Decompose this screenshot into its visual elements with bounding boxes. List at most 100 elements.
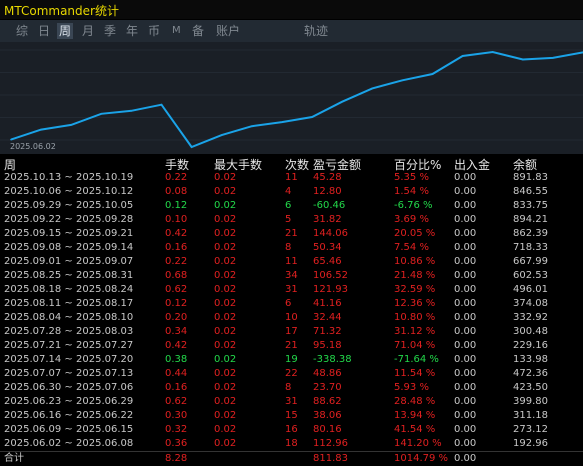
cell-week: 2025.08.18 ~ 2025.08.24	[4, 284, 134, 295]
balance-series-line	[10, 50, 583, 149]
table-row[interactable]: 2025.07.07 ~ 2025.07.13 0.44 0.02 22 48.86 11…	[0, 367, 583, 381]
tab-notes[interactable]: 备	[190, 23, 206, 39]
cell-lots: 0.32	[165, 424, 188, 435]
cell-week: 2025.09.01 ~ 2025.09.07	[4, 256, 134, 267]
table-row[interactable]: 2025.06.16 ~ 2025.06.22 0.30 0.02 15 38.06 13…	[0, 409, 583, 423]
cell-lots: 0.12	[165, 200, 188, 211]
table-row[interactable]: 2025.07.21 ~ 2025.07.27 0.42 0.02 21 95.18 71…	[0, 339, 583, 353]
cell-lots: 0.10	[165, 214, 188, 225]
cell-io: 0.00	[454, 298, 477, 309]
table-row[interactable]: 2025.07.28 ~ 2025.08.03 0.34 0.02 17 71.32 31…	[0, 325, 583, 339]
balance-line-chart	[0, 49, 583, 149]
table-row[interactable]: 2025.10.06 ~ 2025.10.12 0.08 0.02 4 12.80 1.5…	[0, 185, 583, 199]
table-row[interactable]: 2025.06.30 ~ 2025.07.06 0.16 0.02 8 23.70 5.9…	[0, 381, 583, 395]
table-row[interactable]: 2025.06.09 ~ 2025.06.15 0.32 0.02 16 80.16 41…	[0, 423, 583, 437]
tab-quarter[interactable]: 季	[102, 23, 118, 39]
tab-month[interactable]: 月	[80, 23, 96, 39]
tab-day[interactable]: 日	[36, 23, 52, 39]
table-row[interactable]: 2025.09.29 ~ 2025.10.05 0.12 0.02 6 -60.46 -6…	[0, 199, 583, 213]
cell-io: 0.00	[454, 200, 477, 211]
title-bar: MTCommander统计	[0, 0, 583, 19]
cell-io: 0.00	[454, 410, 477, 421]
cell-lots: 0.22	[165, 172, 188, 183]
cell-lots: 0.44	[165, 368, 188, 379]
cell-io: 0.00	[454, 270, 477, 281]
cell-balance: 399.80	[513, 396, 548, 407]
cell-pnl: 12.80	[313, 186, 342, 197]
cell-week: 2025.06.23 ~ 2025.06.29	[4, 396, 134, 407]
tab-track[interactable]: 轨迹	[302, 23, 330, 39]
tab-account[interactable]: 账户	[214, 23, 242, 39]
cell-pnl: 88.62	[313, 396, 342, 407]
cell-count: 5	[285, 214, 292, 225]
table-row[interactable]: 2025.08.11 ~ 2025.08.17 0.12 0.02 6 41.16 12.…	[0, 297, 583, 311]
balance-point	[341, 100, 343, 103]
balance-point	[220, 134, 223, 136]
cell-week: 2025.08.25 ~ 2025.08.31	[4, 270, 134, 281]
cell-week: 2025.06.02 ~ 2025.06.08	[4, 438, 134, 449]
cell-count: 6	[285, 200, 292, 211]
cell-pct: 71.04 %	[394, 340, 436, 351]
cell-balance: 273.12	[513, 424, 548, 435]
cell-io: 0.00	[454, 354, 477, 365]
cell-max-lots: 0.02	[214, 270, 237, 281]
cell-count: 21	[285, 340, 298, 351]
tab-currency[interactable]: 币	[146, 23, 162, 39]
cell-lots: 0.22	[165, 256, 188, 267]
table-row[interactable]: 2025.07.14 ~ 2025.07.20 0.38 0.02 19 -338.38…	[0, 353, 583, 367]
balance-point	[552, 57, 554, 59]
table-row[interactable]: 2025.09.22 ~ 2025.09.28 0.10 0.02 5 31.82 3.6…	[0, 213, 583, 227]
tab-m[interactable]: M	[170, 23, 183, 39]
cell-count: 16	[285, 424, 298, 435]
balance-point	[190, 146, 193, 148]
balance-point	[401, 79, 404, 82]
cell-pnl: 31.82	[313, 214, 342, 225]
table-row[interactable]: 2025.09.08 ~ 2025.09.14 0.16 0.02 8 50.34 7.5…	[0, 241, 583, 255]
cell-pct: 32.59 %	[394, 284, 436, 295]
cell-balance: 374.08	[513, 298, 548, 309]
cell-io: 0.00	[454, 186, 477, 197]
table-row[interactable]: 2025.08.18 ~ 2025.08.24 0.62 0.02 31 121.93 3…	[0, 283, 583, 297]
cell-lots: 0.62	[165, 284, 188, 295]
cell-pct: 13.94 %	[394, 410, 436, 421]
cell-io: 0.00	[454, 326, 477, 337]
cell-io: 0.00	[454, 172, 477, 183]
cell-pnl: 65.46	[313, 256, 342, 267]
cell-max-lots: 0.02	[214, 354, 237, 365]
cell-pnl: 45.28	[313, 172, 342, 183]
cell-count: 31	[285, 396, 298, 407]
tab-year[interactable]: 年	[124, 23, 140, 39]
tab-week[interactable]: 周	[57, 23, 74, 39]
table-row[interactable]: 2025.08.25 ~ 2025.08.31 0.68 0.02 34 106.52 2…	[0, 269, 583, 283]
cell-week: 2025.06.16 ~ 2025.06.22	[4, 410, 134, 421]
table-row[interactable]: 2025.08.04 ~ 2025.08.10 0.20 0.02 10 32.44 10…	[0, 311, 583, 325]
cell-max-lots: 0.02	[214, 312, 237, 323]
table-row[interactable]: 2025.06.23 ~ 2025.06.29 0.62 0.02 31 88.62 28…	[0, 395, 583, 409]
cell-max-lots: 0.02	[214, 340, 237, 351]
cell-week: 2025.07.14 ~ 2025.07.20	[4, 354, 134, 365]
table-row[interactable]: 2025.06.02 ~ 2025.06.08 0.36 0.02 18 112.96 1…	[0, 437, 583, 451]
total-pnl: 811.83	[313, 453, 348, 464]
tab-overview[interactable]: 综	[14, 23, 30, 39]
cell-lots: 0.12	[165, 298, 188, 309]
table-row[interactable]: 2025.10.13 ~ 2025.10.19 0.22 0.02 11 45.28 5.…	[0, 171, 583, 185]
cell-io: 0.00	[454, 424, 477, 435]
cell-max-lots: 0.02	[214, 256, 237, 267]
cell-io: 0.00	[454, 214, 477, 225]
cell-pnl: -60.46	[313, 200, 346, 211]
cell-balance: 229.16	[513, 340, 548, 351]
cell-count: 11	[285, 172, 298, 183]
cell-balance: 423.50	[513, 382, 548, 393]
cell-balance: 862.39	[513, 228, 548, 239]
cell-week: 2025.09.15 ~ 2025.09.21	[4, 228, 134, 239]
balance-point	[371, 87, 374, 90]
table-row[interactable]: 2025.09.15 ~ 2025.09.21 0.42 0.02 21 144.06 2…	[0, 227, 583, 241]
cell-lots: 0.42	[165, 340, 188, 351]
balance-point	[70, 124, 73, 126]
cell-balance: 300.48	[513, 326, 548, 337]
table-row[interactable]: 2025.09.01 ~ 2025.09.07 0.22 0.02 11 65.46 10…	[0, 255, 583, 269]
cell-io: 0.00	[454, 228, 477, 239]
cell-pnl: 80.16	[313, 424, 342, 435]
cell-pct: -6.76 %	[394, 200, 433, 211]
cell-week: 2025.07.28 ~ 2025.08.03	[4, 326, 134, 337]
